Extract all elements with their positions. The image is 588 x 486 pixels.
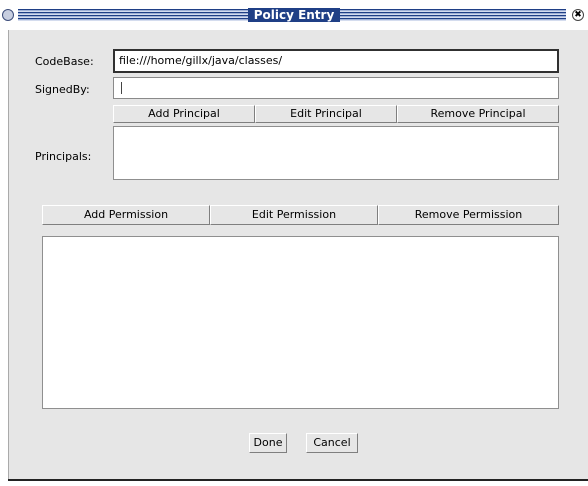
- title-bar[interactable]: Policy Entry ✖: [0, 0, 588, 30]
- codebase-label: CodeBase:: [35, 55, 94, 68]
- signedby-label: SignedBy:: [35, 83, 90, 96]
- principals-label: Principals:: [35, 150, 92, 163]
- edit-permission-button[interactable]: Edit Permission: [210, 205, 378, 225]
- done-button[interactable]: Done: [249, 433, 287, 453]
- permissions-list[interactable]: [42, 236, 559, 409]
- codebase-field[interactable]: file:///home/gillx/java/classes/: [113, 49, 559, 73]
- cancel-button[interactable]: Cancel: [306, 433, 358, 453]
- add-principal-button[interactable]: Add Principal: [113, 105, 255, 123]
- i-beam-cursor-icon: [121, 82, 122, 94]
- signedby-field[interactable]: [113, 77, 559, 99]
- edit-principal-button[interactable]: Edit Principal: [255, 105, 397, 123]
- dialog-body: CodeBase: file:///home/gillx/java/classe…: [8, 30, 588, 479]
- remove-permission-button[interactable]: Remove Permission: [378, 205, 559, 225]
- principals-list[interactable]: [113, 126, 559, 180]
- window-bottom-border: [0, 479, 588, 486]
- window-title: Policy Entry: [247, 8, 341, 22]
- add-permission-button[interactable]: Add Permission: [42, 205, 210, 225]
- close-icon[interactable]: ✖: [572, 9, 584, 21]
- policy-entry-window: Policy Entry ✖ CodeBase: file:///home/gi…: [0, 0, 588, 486]
- remove-principal-button[interactable]: Remove Principal: [397, 105, 559, 123]
